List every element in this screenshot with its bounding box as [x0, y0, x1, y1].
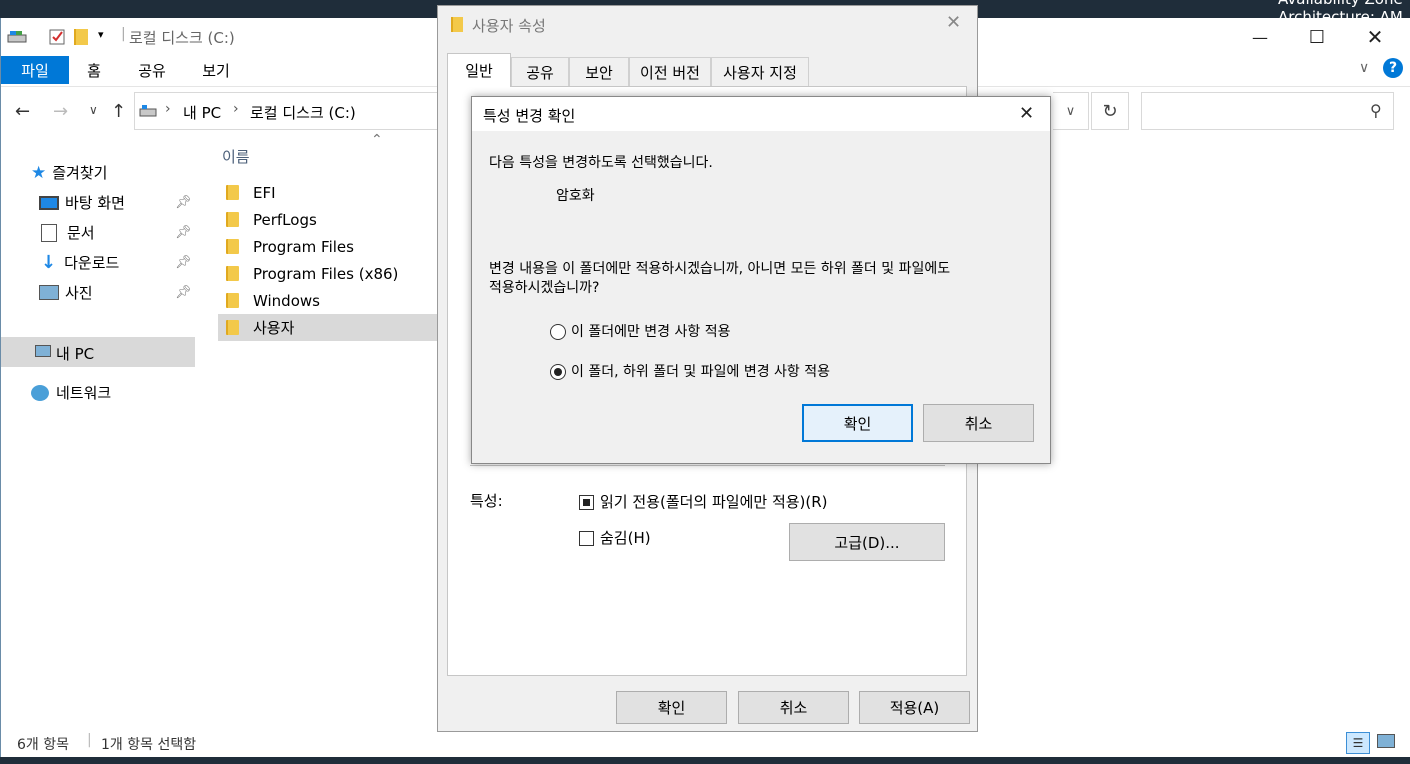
- radio-icon: [550, 324, 566, 340]
- tab-home[interactable]: 홈: [71, 56, 117, 84]
- tab-general[interactable]: 일반: [447, 53, 511, 87]
- list-item[interactable]: Program Files (x86): [218, 260, 438, 287]
- confirm-title: 특성 변경 확인: [483, 107, 576, 125]
- nav-favorites[interactable]: ★ 즐겨찾기: [31, 162, 107, 183]
- confirm-question-line1: 변경 내용을 이 폴더에만 적용하시겠습니까, 아니면 모든 하위 폴더 및 파…: [489, 261, 951, 277]
- confirm-titlebar: 특성 변경 확인 ✕: [472, 97, 1050, 131]
- pin-icon[interactable]: 📌︎: [175, 255, 192, 270]
- radio-folder-subfolders-files[interactable]: 이 폴더, 하위 폴더 및 파일에 변경 사항 적용: [550, 361, 830, 381]
- properties-ok-button[interactable]: 확인: [616, 691, 727, 724]
- tab-customize[interactable]: 사용자 지정: [711, 57, 809, 87]
- confirm-intro-text: 다음 특성을 변경하도록 선택했습니다.: [489, 155, 713, 171]
- confirm-ok-button[interactable]: 확인: [802, 404, 913, 442]
- folder-icon: [226, 293, 239, 308]
- network-icon: [31, 384, 49, 401]
- new-folder-quick-icon[interactable]: [74, 29, 88, 45]
- confirm-cancel-button[interactable]: 취소: [923, 404, 1034, 442]
- properties-title: 사용자 속성: [472, 17, 546, 35]
- address-dropdown-button[interactable]: ∨: [1053, 92, 1089, 130]
- tab-sharing[interactable]: 공유: [511, 57, 569, 87]
- column-header-name[interactable]: 이름: [222, 146, 250, 167]
- window-title: 로컬 디스크 (C:): [129, 29, 235, 47]
- pc-drive-icon: [139, 105, 157, 117]
- folder-icon: [226, 266, 239, 281]
- radio-this-folder-only[interactable]: 이 폴더에만 변경 사항 적용: [550, 321, 730, 341]
- address-bar[interactable]: › 내 PC › 로컬 디스크 (C:): [134, 92, 439, 130]
- properties-apply-button[interactable]: 적용(A): [859, 691, 970, 724]
- large-icons-view-icon[interactable]: [1377, 734, 1395, 748]
- tab-security[interactable]: 보안: [569, 57, 629, 87]
- pin-icon[interactable]: 📌︎: [175, 285, 192, 300]
- list-item[interactable]: Program Files: [218, 233, 438, 260]
- nav-desktop[interactable]: 바탕 화면 📌︎: [39, 192, 194, 213]
- folder-icon: [451, 17, 463, 32]
- properties-close-button[interactable]: ✕: [946, 12, 961, 33]
- pin-icon[interactable]: 📌︎: [175, 225, 192, 240]
- details-view-icon[interactable]: ☰: [1346, 732, 1370, 754]
- nav-downloads[interactable]: ↓ 다운로드 📌︎: [39, 252, 194, 273]
- folder-icon: [226, 239, 239, 254]
- document-icon: [41, 223, 57, 242]
- list-item[interactable]: Windows: [218, 287, 438, 314]
- nav-documents[interactable]: 문서 📌︎: [39, 222, 194, 243]
- tab-share[interactable]: 공유: [125, 56, 179, 84]
- item-count: 6개 항목: [17, 737, 69, 753]
- address-segment-drive[interactable]: 로컬 디스크 (C:): [250, 102, 356, 123]
- pin-icon[interactable]: 📌︎: [175, 195, 192, 210]
- navigation-pane: ★ 즐겨찾기 바탕 화면 📌︎ 문서 📌︎ ↓ 다운로드 📌︎ 사진 📌︎ 내 …: [1, 138, 201, 723]
- tab-view[interactable]: 보기: [189, 56, 243, 84]
- refresh-button[interactable]: ↻: [1091, 92, 1129, 130]
- status-bar: 6개 항목 | 1개 항목 선택함 ☰: [1, 728, 1410, 756]
- search-input[interactable]: [1146, 99, 1356, 123]
- star-icon: ★: [31, 162, 47, 183]
- nav-pictures[interactable]: 사진 📌︎: [39, 282, 194, 303]
- list-item[interactable]: PerfLogs: [218, 206, 438, 233]
- confirm-close-button[interactable]: ✕: [1019, 103, 1034, 124]
- sort-indicator-icon: ⌃: [371, 132, 383, 148]
- checkbox-indeterminate-icon: [579, 495, 594, 510]
- attributes-label: 특성:: [470, 492, 503, 510]
- properties-quick-icon[interactable]: [48, 28, 66, 46]
- download-icon: ↓: [41, 252, 57, 273]
- minimize-button[interactable]: —: [1231, 18, 1289, 56]
- folder-icon: [226, 212, 239, 227]
- confirm-question-line2: 적용하시겠습니까?: [489, 280, 600, 296]
- properties-cancel-button[interactable]: 취소: [738, 691, 849, 724]
- maximize-button[interactable]: ☐: [1288, 18, 1346, 56]
- forward-arrow-icon[interactable]: →: [53, 101, 68, 122]
- search-icon[interactable]: ⚲: [1370, 101, 1382, 120]
- pictures-icon: [39, 285, 59, 300]
- advanced-button[interactable]: 고급(D)...: [789, 523, 945, 561]
- drive-icon: [7, 30, 27, 44]
- folder-icon: [226, 185, 239, 200]
- computer-icon: [35, 345, 51, 357]
- list-item[interactable]: EFI: [218, 179, 438, 206]
- search-box[interactable]: ⚲: [1141, 92, 1394, 130]
- address-separator: ›: [165, 101, 171, 117]
- help-icon[interactable]: ?: [1383, 58, 1403, 78]
- tab-previous-versions[interactable]: 이전 버전: [629, 57, 711, 87]
- close-button[interactable]: ✕: [1346, 18, 1404, 56]
- up-arrow-icon[interactable]: ↑: [111, 101, 126, 122]
- ribbon-expand-icon[interactable]: ∨: [1359, 60, 1369, 76]
- quick-access-dropdown-icon[interactable]: ▾: [98, 28, 104, 41]
- radio-selected-icon: [550, 364, 566, 380]
- nav-network[interactable]: 네트워크: [31, 382, 111, 403]
- address-segment-this-pc[interactable]: 내 PC: [183, 102, 221, 123]
- nav-this-pc[interactable]: 내 PC: [1, 337, 195, 367]
- address-separator: ›: [233, 101, 239, 117]
- selected-count: 1개 항목 선택함: [101, 737, 197, 753]
- checkbox-icon: [579, 531, 594, 546]
- confirm-attribute-changes-dialog: 특성 변경 확인 ✕ 다음 특성을 변경하도록 선택했습니다. 암호화 변경 내…: [471, 96, 1051, 464]
- readonly-checkbox[interactable]: 읽기 전용(폴더의 파일에만 적용)(R): [579, 491, 828, 512]
- folder-icon: [226, 320, 239, 335]
- list-item[interactable]: 사용자: [218, 314, 438, 341]
- desktop-info-text-1: Availability Zone: [1278, 0, 1403, 8]
- changed-attribute: 암호화: [556, 188, 595, 204]
- desktop-icon: [39, 195, 59, 210]
- recent-dropdown-icon[interactable]: ∨: [89, 103, 98, 117]
- tab-file[interactable]: 파일: [1, 56, 69, 84]
- back-arrow-icon[interactable]: ←: [15, 101, 30, 122]
- hidden-checkbox[interactable]: 숨김(H): [579, 527, 651, 548]
